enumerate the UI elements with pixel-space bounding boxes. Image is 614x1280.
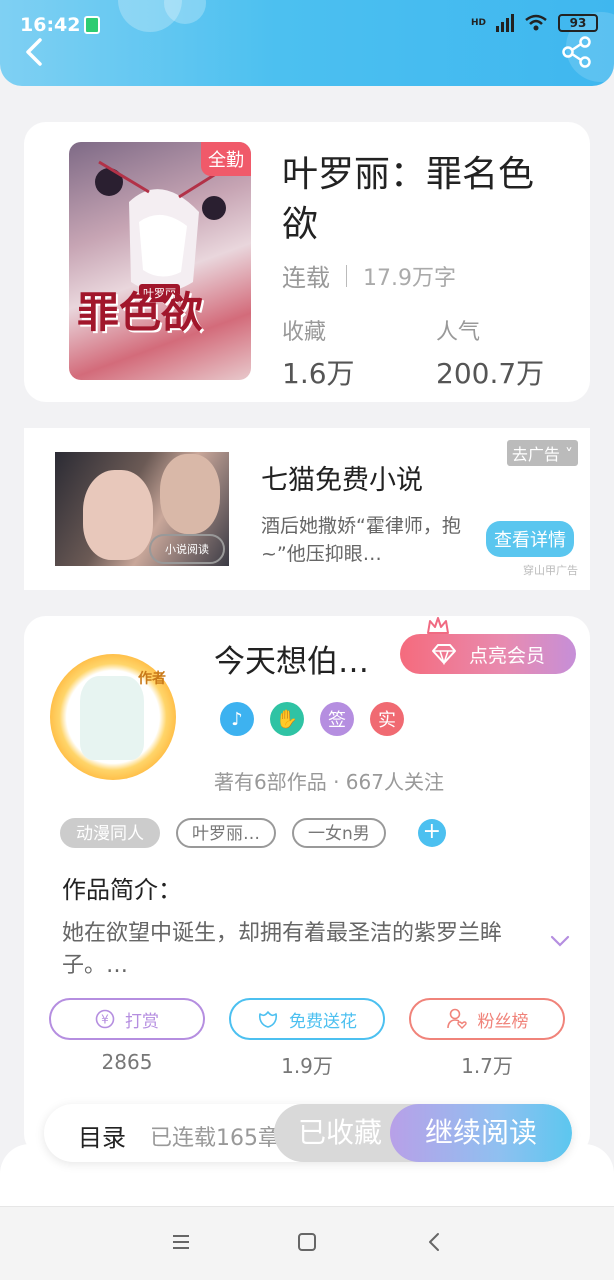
chevron-down-icon[interactable] <box>550 934 570 948</box>
network-type: HD <box>470 18 486 28</box>
menu-icon[interactable] <box>170 1231 192 1253</box>
author-card: 作者 今天想伯… 点亮会员 ♪ ✋ 签 实 著有6部作品 · 667人关注 动漫… <box>24 616 590 1156</box>
status-indicators: HD 93 <box>471 14 598 32</box>
tag-item[interactable]: 叶罗丽… <box>176 818 276 848</box>
nav-back-icon[interactable] <box>424 1231 446 1253</box>
tag-list: 动漫同人 叶罗丽… 一女n男 + <box>60 818 446 848</box>
cover-title-art: 罪色欲 <box>77 288 204 337</box>
remove-ad-label: 去广告 <box>511 445 560 464</box>
fan-count: 1.7万 <box>461 1054 513 1078</box>
remove-ad-button[interactable]: 去广告 ˅ <box>506 440 578 466</box>
battery-icon: 93 <box>558 14 598 32</box>
full-attendance-badge: 全勤 <box>201 142 251 176</box>
add-tag-icon[interactable]: + <box>417 819 446 847</box>
ad-description[interactable]: 酒后她撒娇“霍律师，抱~”他压抑眼… <box>261 512 471 568</box>
send-flower-label: 免费送花 <box>289 1011 357 1032</box>
tag-item[interactable]: 动漫同人 <box>60 818 160 848</box>
tip-button-label: 打赏 <box>125 1011 159 1032</box>
ad-banner[interactable]: 小说阅读 七猫免费小说 酒后她撒娇“霍律师，抱~”他压抑眼… 去广告 ˅ 查看详… <box>24 428 590 590</box>
toc-status[interactable]: 已连载165章 <box>150 1120 280 1152</box>
continue-reading-button[interactable]: 继续阅读 <box>390 1104 572 1162</box>
coin-icon: ¥ <box>95 1009 115 1029</box>
tip-button[interactable]: ¥ 打赏 <box>49 998 205 1040</box>
wifi-icon <box>525 14 547 31</box>
ad-source: 穿山甲广告 <box>523 564 578 577</box>
author-name[interactable]: 今天想伯… <box>214 636 369 681</box>
back-icon[interactable] <box>22 38 50 66</box>
status-time: 16:42 <box>20 14 81 36</box>
send-flower-button[interactable]: 免费送花 <box>229 998 385 1040</box>
share-icon[interactable] <box>562 36 592 68</box>
vip-button[interactable]: 点亮会员 <box>400 634 576 674</box>
sign-badge-icon[interactable]: 签 <box>320 702 354 736</box>
ad-image-figure <box>160 454 220 534</box>
system-nav-bar <box>0 1206 614 1280</box>
book-word-count: 17.9万字 <box>363 265 456 291</box>
collect-value: 1.6万 <box>282 357 355 390</box>
crown-icon <box>427 617 449 634</box>
fan-ranking-button[interactable]: 粉丝榜 <box>409 998 565 1040</box>
handshake-badge-icon[interactable]: ✋ <box>270 702 304 736</box>
ad-title[interactable]: 七猫免费小说 <box>261 458 423 497</box>
tag-item[interactable]: 一女n男 <box>292 818 386 848</box>
author-stats: 著有6部作品 · 667人关注 <box>214 770 444 794</box>
book-meta: 连载 17.9万字 <box>282 258 456 293</box>
signal-icon <box>496 14 514 32</box>
ad-detail-button[interactable]: 查看详情 <box>486 521 574 557</box>
intro-title: 作品简介： <box>62 876 182 904</box>
divider <box>346 264 347 287</box>
author-avatar[interactable]: 作者 <box>50 654 176 780</box>
flower-icon <box>258 1011 278 1028</box>
tip-count: 2865 <box>101 1050 153 1074</box>
ad-image-tag: 小说阅读 <box>149 534 225 564</box>
diamond-icon <box>431 644 456 665</box>
book-title: 叶罗丽：罪名色欲 <box>282 154 535 245</box>
avatar-figure <box>80 676 144 760</box>
app-header: 16:42 HD 93 <box>0 0 614 86</box>
cover-art <box>95 160 226 292</box>
bottom-action-bar: 目录 已连载165章 已收藏 继续阅读 <box>44 1104 572 1162</box>
shield-icon <box>84 16 100 34</box>
popularity-label: 人气 <box>436 320 481 345</box>
popularity-value: 200.7万 <box>436 357 545 390</box>
book-cover[interactable]: 叶罗丽 罪色欲 全勤 <box>69 142 251 380</box>
collect-label: 收藏 <box>282 320 327 345</box>
book-info-card: 叶罗丽 罪色欲 全勤 叶罗丽：罪名色欲 连载 17.9万字 收藏 1.6万 人气… <box>24 122 590 402</box>
music-badge-icon[interactable]: ♪ <box>220 702 254 736</box>
user-heart-icon <box>446 1008 467 1029</box>
home-icon[interactable] <box>296 1231 318 1253</box>
flower-count: 1.9万 <box>281 1054 333 1078</box>
svg-text:¥: ¥ <box>101 1013 109 1027</box>
ad-image-figure <box>83 470 153 560</box>
vip-button-label: 点亮会员 <box>468 644 545 667</box>
fan-ranking-label: 粉丝榜 <box>477 1011 529 1032</box>
toc-button[interactable]: 目录 <box>78 1118 126 1153</box>
avatar-label: 作者 <box>138 671 166 687</box>
book-status: 连载 <box>282 264 330 292</box>
author-badges: ♪ ✋ 签 实 <box>220 702 404 736</box>
intro-text[interactable]: 她在欲望中诞生，却拥有着最圣洁的紫罗兰眸子。… <box>62 918 542 982</box>
ad-image[interactable]: 小说阅读 <box>55 452 229 566</box>
real-badge-icon[interactable]: 实 <box>370 702 404 736</box>
